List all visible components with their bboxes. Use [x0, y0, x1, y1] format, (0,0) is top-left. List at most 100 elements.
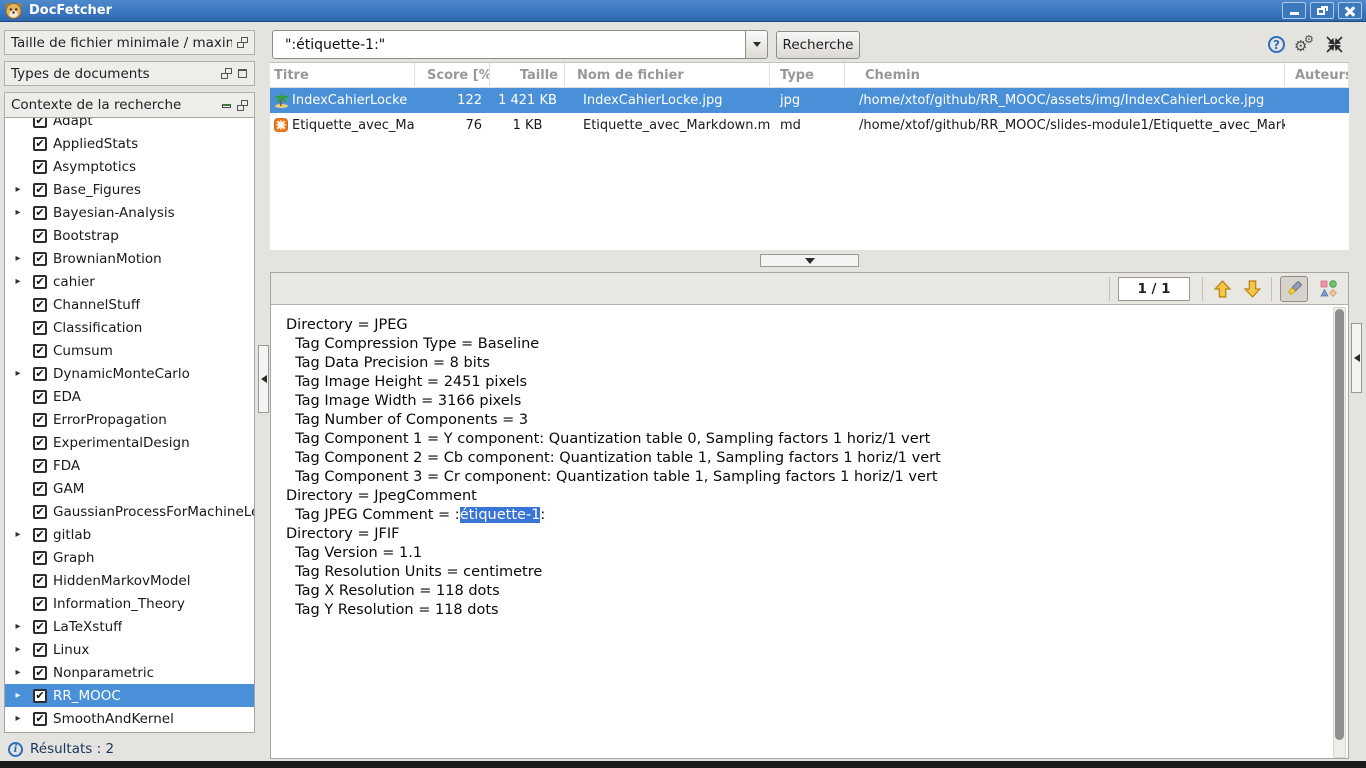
- tree-item-cahier[interactable]: ▸✔cahier: [5, 270, 254, 293]
- panel-doctypes-header[interactable]: Types de documents: [4, 61, 255, 86]
- column-header-nom[interactable]: Nom de fichier: [565, 63, 770, 88]
- tree-checkbox[interactable]: ✔: [33, 344, 47, 358]
- expand-arrow-icon[interactable]: ▸: [11, 667, 25, 678]
- tree-item-Information_Theory[interactable]: ✔Information_Theory: [5, 592, 254, 615]
- tree-item-SmoothAndKernel[interactable]: ▸✔SmoothAndKernel: [5, 707, 254, 730]
- column-header-titre[interactable]: Titre: [270, 63, 415, 88]
- panel-restore-icon[interactable]: [237, 100, 248, 111]
- tree-checkbox[interactable]: ✔: [33, 137, 47, 151]
- search-button[interactable]: Recherche: [776, 31, 860, 59]
- tree-item-LaTeXstuff[interactable]: ▸✔LaTeXstuff: [5, 615, 254, 638]
- tree-item-ExperimentalDesign[interactable]: ✔ExperimentalDesign: [5, 431, 254, 454]
- tree-item-Bayesian-Analysis[interactable]: ▸✔Bayesian-Analysis: [5, 201, 254, 224]
- tree-item-Bootstrap[interactable]: ✔Bootstrap: [5, 224, 254, 247]
- column-header-taille[interactable]: Taille: [490, 63, 565, 88]
- tree-checkbox[interactable]: ✔: [33, 551, 47, 565]
- result-row-Etiquette_avec_Markdown[interactable]: Etiquette_avec_Markdown761 KBEtiquette_a…: [270, 113, 1349, 138]
- tree-checkbox[interactable]: ✔: [33, 620, 47, 634]
- tree-item-HiddenMarkovModel[interactable]: ✔HiddenMarkovModel: [5, 569, 254, 592]
- tree-item-AppliedStats[interactable]: ✔AppliedStats: [5, 132, 254, 155]
- tree-item-BrownianMotion[interactable]: ▸✔BrownianMotion: [5, 247, 254, 270]
- column-header-chemin[interactable]: Chemin: [845, 63, 1285, 88]
- panel-restore-icon[interactable]: [237, 37, 248, 48]
- tree-item-Base_Figures[interactable]: ▸✔Base_Figures: [5, 178, 254, 201]
- expand-arrow-icon[interactable]: ▸: [11, 621, 25, 632]
- collapse-sidebar-button[interactable]: [258, 345, 269, 413]
- tree-checkbox[interactable]: ✔: [33, 321, 47, 335]
- previous-match-button[interactable]: [1211, 278, 1233, 300]
- tree-checkbox[interactable]: ✔: [33, 689, 47, 703]
- tree-checkbox[interactable]: ✔: [33, 574, 47, 588]
- tree-item-gitlab[interactable]: ▸✔gitlab: [5, 523, 254, 546]
- preview-scrollbar[interactable]: [1333, 307, 1346, 758]
- tree-checkbox[interactable]: ✔: [33, 229, 47, 243]
- tree-item-GaussianProcessForMachineLearning[interactable]: ✔GaussianProcessForMachineLearning: [5, 500, 254, 523]
- column-header-type[interactable]: Type: [770, 63, 845, 88]
- tree-checkbox[interactable]: ✔: [33, 505, 47, 519]
- expand-arrow-icon[interactable]: ▸: [11, 253, 25, 264]
- help-icon[interactable]: ?: [1268, 36, 1285, 53]
- tree-item-RR_MOOC[interactable]: ▸✔RR_MOOC: [5, 684, 254, 707]
- restore-button[interactable]: [1310, 2, 1334, 19]
- collapse-preview-button[interactable]: [1351, 323, 1362, 393]
- tree-item-ErrorPropagation[interactable]: ✔ErrorPropagation: [5, 408, 254, 431]
- panel-scope-header[interactable]: Contexte de la recherche: [4, 92, 255, 117]
- tree-item-GAM[interactable]: ✔GAM: [5, 477, 254, 500]
- minimize-button[interactable]: [1282, 2, 1306, 19]
- tree-checkbox[interactable]: ✔: [33, 298, 47, 312]
- expand-arrow-icon[interactable]: ▸: [11, 690, 25, 701]
- panel-minimize-icon[interactable]: [221, 100, 232, 111]
- panel-filesize-header[interactable]: Taille de fichier minimale / maximale: [4, 30, 255, 55]
- collapse-table-button[interactable]: [760, 254, 859, 267]
- tree-item-Asymptotics[interactable]: ✔Asymptotics: [5, 155, 254, 178]
- tree-checkbox[interactable]: ✔: [33, 482, 47, 496]
- tree-checkbox[interactable]: ✔: [33, 367, 47, 381]
- tree-checkbox[interactable]: ✔: [33, 252, 47, 266]
- tree-item-EDA[interactable]: ✔EDA: [5, 385, 254, 408]
- tree-item-Graph[interactable]: ✔Graph: [5, 546, 254, 569]
- tree-checkbox[interactable]: ✔: [33, 117, 47, 128]
- tree-item-ChannelStuff[interactable]: ✔ChannelStuff: [5, 293, 254, 316]
- expand-arrow-icon[interactable]: ▸: [11, 713, 25, 724]
- expand-arrow-icon[interactable]: ▸: [11, 276, 25, 287]
- expand-arrow-icon[interactable]: ▸: [11, 529, 25, 540]
- column-header-auteurs[interactable]: Auteurs: [1285, 63, 1349, 88]
- scrollbar-thumb[interactable]: [1335, 309, 1344, 740]
- toggle-highlighting-button[interactable]: [1280, 276, 1308, 302]
- tree-checkbox[interactable]: ✔: [33, 206, 47, 220]
- tree-item-Classification[interactable]: ✔Classification: [5, 316, 254, 339]
- close-button[interactable]: [1338, 2, 1362, 19]
- expand-arrow-icon[interactable]: ▸: [11, 644, 25, 655]
- preview-text[interactable]: Directory = JPEG Tag Compression Type = …: [271, 305, 1331, 759]
- expand-arrow-icon[interactable]: ▸: [11, 207, 25, 218]
- tree-item-Nonparametric[interactable]: ▸✔Nonparametric: [5, 661, 254, 684]
- tree-checkbox[interactable]: ✔: [33, 597, 47, 611]
- expand-arrow-icon[interactable]: ▸: [11, 368, 25, 379]
- search-history-dropdown[interactable]: [745, 30, 768, 59]
- result-row-IndexCahierLocke[interactable]: IndexCahierLocke1221 421 KBIndexCahierLo…: [270, 88, 1349, 113]
- tree-item-DynamicMonteCarlo[interactable]: ▸✔DynamicMonteCarlo: [5, 362, 254, 385]
- column-header-score[interactable]: Score [%]: [415, 63, 490, 88]
- expand-arrow-icon[interactable]: ▸: [11, 184, 25, 195]
- tree-checkbox[interactable]: ✔: [33, 528, 47, 542]
- preview-mode-icon[interactable]: [1316, 276, 1340, 302]
- tree-checkbox[interactable]: ✔: [33, 275, 47, 289]
- tree-checkbox[interactable]: ✔: [33, 413, 47, 427]
- panel-restore-icon[interactable]: [221, 68, 232, 79]
- next-match-button[interactable]: [1241, 278, 1263, 300]
- minimize-to-tray-icon[interactable]: [1326, 36, 1343, 53]
- tree-checkbox[interactable]: ✔: [33, 643, 47, 657]
- panel-maximize-icon[interactable]: [237, 68, 248, 79]
- tree-checkbox[interactable]: ✔: [33, 183, 47, 197]
- tree-checkbox[interactable]: ✔: [33, 459, 47, 473]
- tree-checkbox[interactable]: ✔: [33, 160, 47, 174]
- tree-item-Adapt[interactable]: ✔Adapt: [5, 117, 254, 132]
- search-input[interactable]: [272, 30, 745, 59]
- tree-checkbox[interactable]: ✔: [33, 712, 47, 726]
- tree-checkbox[interactable]: ✔: [33, 390, 47, 404]
- preferences-gear-icon[interactable]: ⚙⚙: [1294, 33, 1320, 55]
- tree-item-Linux[interactable]: ▸✔Linux: [5, 638, 254, 661]
- tree-item-Cumsum[interactable]: ✔Cumsum: [5, 339, 254, 362]
- tree-checkbox[interactable]: ✔: [33, 436, 47, 450]
- tree-item-FDA[interactable]: ✔FDA: [5, 454, 254, 477]
